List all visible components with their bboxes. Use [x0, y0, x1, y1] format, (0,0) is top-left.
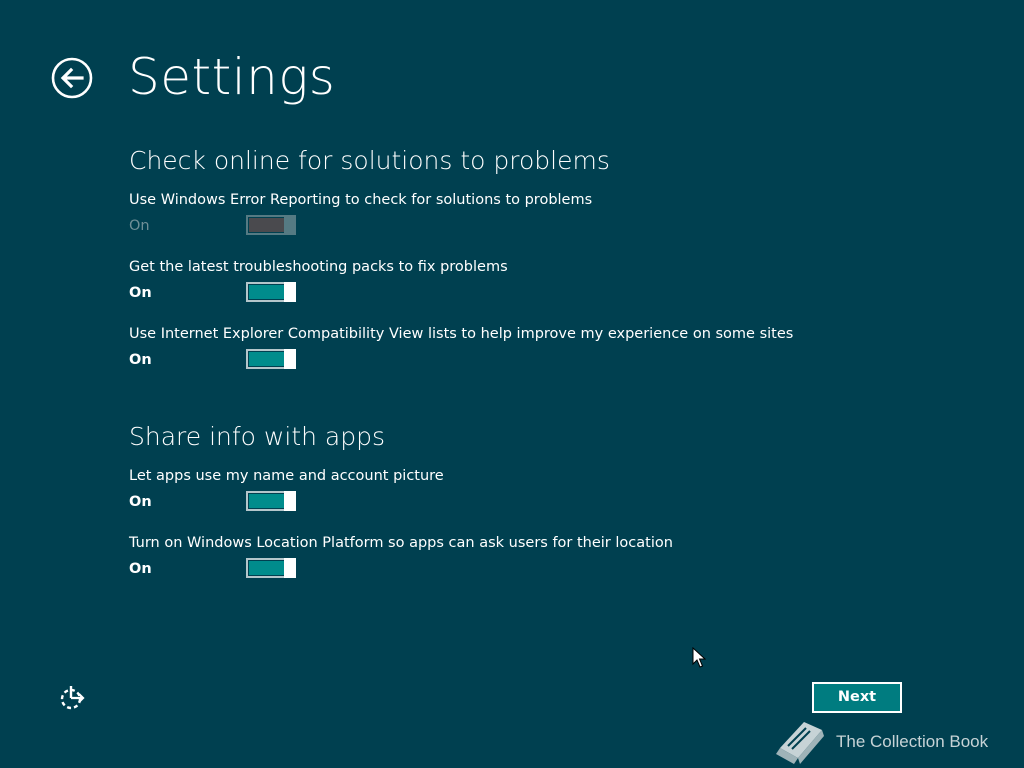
toggle-location-platform[interactable] — [246, 558, 296, 578]
section-check-online: Check online for solutions to problems U… — [129, 146, 949, 392]
toggle-fill — [249, 218, 284, 232]
setting-label: Use Windows Error Reporting to check for… — [129, 192, 593, 208]
toggle-windows-error-reporting[interactable] — [246, 215, 296, 235]
section-share-info: Share info with apps Let apps use my nam… — [129, 422, 949, 601]
toggle-apps-name-picture[interactable] — [246, 491, 296, 511]
toggle-troubleshooting-packs[interactable] — [246, 282, 296, 302]
toggle-thumb[interactable] — [284, 215, 296, 235]
next-button[interactable]: Next — [812, 682, 902, 713]
page-title: Settings — [128, 48, 336, 106]
toggle-thumb[interactable] — [284, 349, 296, 369]
setting-state: On — [129, 285, 152, 301]
watermark: The Collection Book — [772, 718, 1012, 766]
toggle-fill — [249, 561, 284, 575]
setting-troubleshooting-packs: Get the latest troubleshooting packs to … — [129, 258, 949, 325]
section-heading: Check online for solutions to problems — [129, 146, 610, 175]
toggle-fill — [249, 285, 284, 299]
toggle-thumb[interactable] — [284, 558, 296, 578]
setting-windows-error-reporting: Use Windows Error Reporting to check for… — [129, 191, 949, 258]
toggle-fill — [249, 494, 284, 508]
setting-state: On — [129, 561, 152, 577]
back-button[interactable] — [51, 57, 93, 99]
mouse-cursor-icon — [692, 647, 706, 668]
watermark-text: The Collection Book — [836, 732, 989, 751]
setting-label: Use Internet Explorer Compatibility View… — [129, 326, 794, 342]
book-icon — [776, 722, 824, 764]
setting-label: Get the latest troubleshooting packs to … — [129, 259, 508, 275]
setting-state: On — [129, 352, 152, 368]
toggle-ie-compatibility-view[interactable] — [246, 349, 296, 369]
setting-location-platform: Turn on Windows Location Platform so app… — [129, 534, 949, 601]
toggle-fill — [249, 352, 284, 366]
setting-state: On — [129, 494, 152, 510]
section-heading: Share info with apps — [129, 422, 385, 451]
back-arrow-icon — [51, 57, 93, 99]
setting-state: On — [129, 218, 150, 234]
setting-ie-compatibility-view: Use Internet Explorer Compatibility View… — [129, 325, 949, 392]
ease-of-access-button[interactable] — [58, 684, 86, 710]
ease-of-access-icon — [60, 686, 85, 710]
setting-label: Turn on Windows Location Platform so app… — [129, 535, 673, 551]
toggle-thumb[interactable] — [284, 491, 296, 511]
setting-label: Let apps use my name and account picture — [129, 468, 444, 484]
setting-apps-name-picture: Let apps use my name and account picture… — [129, 467, 949, 534]
toggle-thumb[interactable] — [284, 282, 296, 302]
settings-page: Settings Check online for solutions to p… — [0, 0, 1024, 768]
